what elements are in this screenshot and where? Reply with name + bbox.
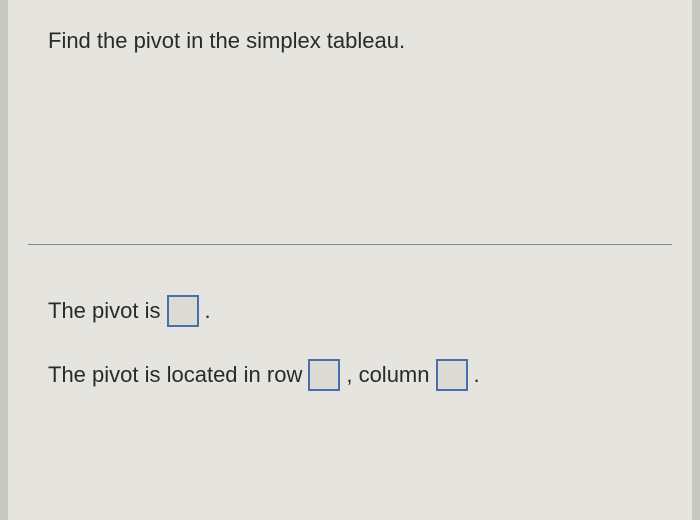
pivot-row-input[interactable]: [308, 359, 340, 391]
pivot-column-input[interactable]: [436, 359, 468, 391]
pivot-value-input[interactable]: [167, 295, 199, 327]
answer-line2-mid: , column: [346, 362, 429, 388]
question-prompt: Find the pivot in the simplex tableau.: [48, 28, 652, 54]
answer-line1-suffix: .: [205, 298, 211, 324]
worksheet-page: Find the pivot in the simplex tableau. T…: [8, 0, 692, 520]
question-section: Find the pivot in the simplex tableau.: [8, 0, 692, 114]
answer-line2-suffix: .: [474, 362, 480, 388]
answer-line2-prefix: The pivot is located in row: [48, 362, 302, 388]
answer-line-pivot-value: The pivot is .: [48, 295, 652, 327]
answer-line-pivot-location: The pivot is located in row , column .: [48, 359, 652, 391]
answer-line1-prefix: The pivot is: [48, 298, 161, 324]
answer-section: The pivot is . The pivot is located in r…: [8, 245, 692, 463]
